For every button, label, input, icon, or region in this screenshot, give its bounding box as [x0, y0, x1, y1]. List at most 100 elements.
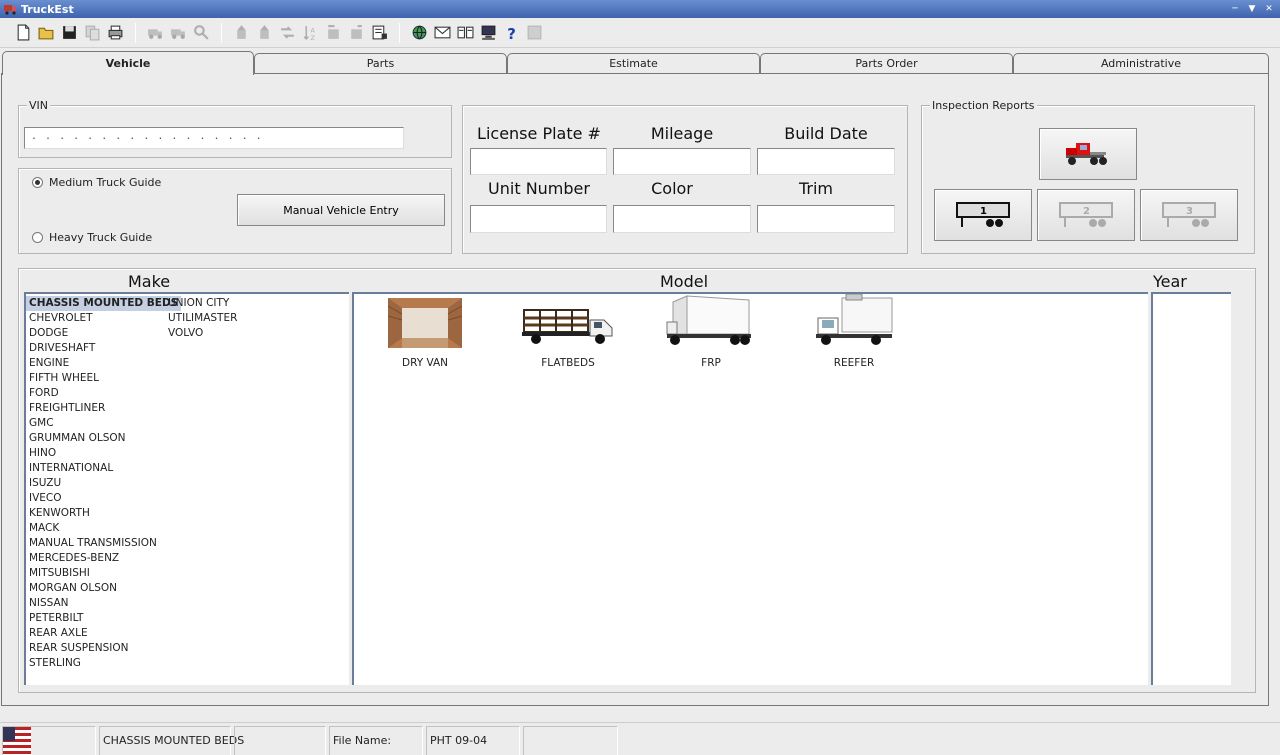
frp-label: FRP [701, 357, 721, 369]
svg-text:2: 2 [1083, 206, 1090, 217]
model-flatbeds[interactable]: FLATBEDS [513, 298, 623, 369]
make-list-item[interactable]: FORD [26, 386, 181, 401]
tab-strip: Vehicle Parts Estimate Parts Order Admin… [0, 51, 1270, 75]
model-reefer[interactable]: REEFER [799, 293, 909, 369]
license-plate-label: License Plate # [477, 124, 601, 143]
tractor-inspection-button[interactable] [1039, 128, 1137, 180]
medium-truck-radio[interactable]: Medium Truck Guide [32, 176, 161, 189]
vin-label: VIN [27, 99, 50, 112]
minimize-icon[interactable]: ─ [1228, 3, 1242, 16]
make-list-item[interactable]: REAR SUSPENSION [26, 641, 181, 656]
tab-estimate[interactable]: Estimate [507, 53, 760, 74]
make-list-item[interactable]: FIFTH WHEEL [26, 371, 181, 386]
sort-icon[interactable]: AZ [299, 22, 321, 44]
make-list-item[interactable]: REAR AXLE [26, 626, 181, 641]
make-list-item[interactable]: INTERNATIONAL [26, 461, 181, 476]
make-list-item[interactable]: HINO [26, 446, 181, 461]
make-list-item[interactable]: DRIVESHAFT [26, 341, 181, 356]
status-empty [234, 726, 326, 755]
new-icon[interactable] [12, 22, 34, 44]
copy-icon[interactable] [81, 22, 103, 44]
report-icon[interactable] [368, 22, 390, 44]
trim-label: Trim [798, 179, 834, 198]
flatbeds-label: FLATBEDS [541, 357, 595, 369]
make-list-item[interactable]: NISSAN [26, 596, 181, 611]
tab-parts-order[interactable]: Parts Order [760, 53, 1013, 74]
make-list-item[interactable]: STERLING [26, 656, 181, 671]
truck-icon[interactable] [144, 22, 166, 44]
year-header: Year [1153, 272, 1187, 291]
vin-input[interactable]: . . . . . . . . . . . . . . . . . [24, 127, 404, 149]
make-list-item[interactable]: UNION CITY [165, 296, 240, 311]
make-list-item[interactable]: FREIGHTLINER [26, 401, 181, 416]
make-list-item[interactable]: UTILIMASTER [165, 311, 240, 326]
status-empty-2 [523, 726, 618, 755]
dry-van-label: DRY VAN [401, 357, 448, 369]
tab-parts[interactable]: Parts [254, 53, 507, 74]
make-list-item[interactable]: ENGINE [26, 356, 181, 371]
make-list-item[interactable]: GRUMMAN OLSON [26, 431, 181, 446]
color-label: Color [651, 179, 693, 198]
inspection-label: Inspection Reports [930, 99, 1037, 112]
close-icon[interactable]: ✕ [1262, 3, 1276, 16]
stop-icon[interactable] [523, 22, 545, 44]
move-icon[interactable] [322, 22, 344, 44]
up-icon[interactable] [230, 22, 252, 44]
shuffle-icon[interactable] [276, 22, 298, 44]
mail-icon[interactable] [431, 22, 453, 44]
make-list-item[interactable]: CHEVROLET [26, 311, 181, 326]
open-icon[interactable] [35, 22, 57, 44]
make-list-item[interactable]: CHASSIS MOUNTED BEDS [26, 296, 182, 311]
model-header: Model [660, 272, 709, 291]
year-list[interactable] [1151, 292, 1231, 685]
build-date-input[interactable] [757, 148, 895, 175]
license-plate-input[interactable] [470, 148, 607, 175]
trailer-1-inspection-button[interactable]: 1 [934, 189, 1032, 241]
truck-icon[interactable] [167, 22, 189, 44]
heavy-truck-radio[interactable]: Heavy Truck Guide [32, 231, 152, 244]
make-list-item[interactable]: KENWORTH [26, 506, 181, 521]
move-icon[interactable] [345, 22, 367, 44]
make-list-item[interactable]: MORGAN OLSON [26, 581, 181, 596]
model-list[interactable]: DRY VAN FLATBEDS FRP REEFER [352, 292, 1148, 685]
tab-administrative[interactable]: Administrative [1013, 53, 1269, 74]
make-list[interactable]: CHASSIS MOUNTED BEDS CHEVROLET DODGE DRIVES… [24, 292, 349, 685]
frp-truck-image [666, 295, 751, 345]
flatbed-truck-image [522, 309, 613, 344]
tab-vehicle[interactable]: Vehicle [2, 51, 254, 75]
trailer-3-inspection-button[interactable]: 3 [1140, 189, 1238, 241]
make-list-item[interactable]: PETERBILT [26, 611, 181, 626]
title-bar: TruckEst ─ ▼ ✕ [0, 0, 1280, 18]
status-flag-cell [2, 726, 96, 755]
unit-number-input[interactable] [470, 205, 607, 233]
trim-input[interactable] [757, 205, 895, 233]
make-list-item[interactable]: MACK [26, 521, 181, 536]
globe-icon[interactable] [408, 22, 430, 44]
trailer-2-inspection-button[interactable]: 2 [1037, 189, 1135, 241]
make-list-item[interactable]: MANUAL TRANSMISSION [26, 536, 181, 551]
trailer-icon: 2 [1059, 202, 1113, 227]
help-icon[interactable]: ? [500, 22, 522, 44]
svg-text:Z: Z [310, 34, 315, 41]
print-icon[interactable] [104, 22, 126, 44]
model-dry-van[interactable]: DRY VAN [370, 298, 480, 369]
make-list-item[interactable]: ISUZU [26, 476, 181, 491]
model-frp[interactable]: FRP [656, 295, 766, 369]
color-input[interactable] [613, 205, 751, 233]
restore-icon[interactable]: ▼ [1245, 3, 1259, 16]
manual-vehicle-entry-button[interactable]: Manual Vehicle Entry [237, 194, 445, 226]
make-list-item[interactable]: IVECO [26, 491, 181, 506]
dry-van-image [387, 298, 463, 348]
make-list-item[interactable]: VOLVO [165, 326, 240, 341]
mileage-input[interactable] [613, 148, 751, 175]
make-list-item[interactable]: DODGE [26, 326, 181, 341]
search-icon[interactable] [190, 22, 212, 44]
up-icon[interactable] [253, 22, 275, 44]
save-icon[interactable] [58, 22, 80, 44]
make-list-item[interactable]: GMC [26, 416, 181, 431]
make-list-item[interactable]: MERCEDES-BENZ [26, 551, 181, 566]
computer-icon[interactable] [477, 22, 499, 44]
us-flag-icon [3, 727, 31, 755]
make-list-item[interactable]: MITSUBISHI [26, 566, 181, 581]
book-icon[interactable] [454, 22, 476, 44]
